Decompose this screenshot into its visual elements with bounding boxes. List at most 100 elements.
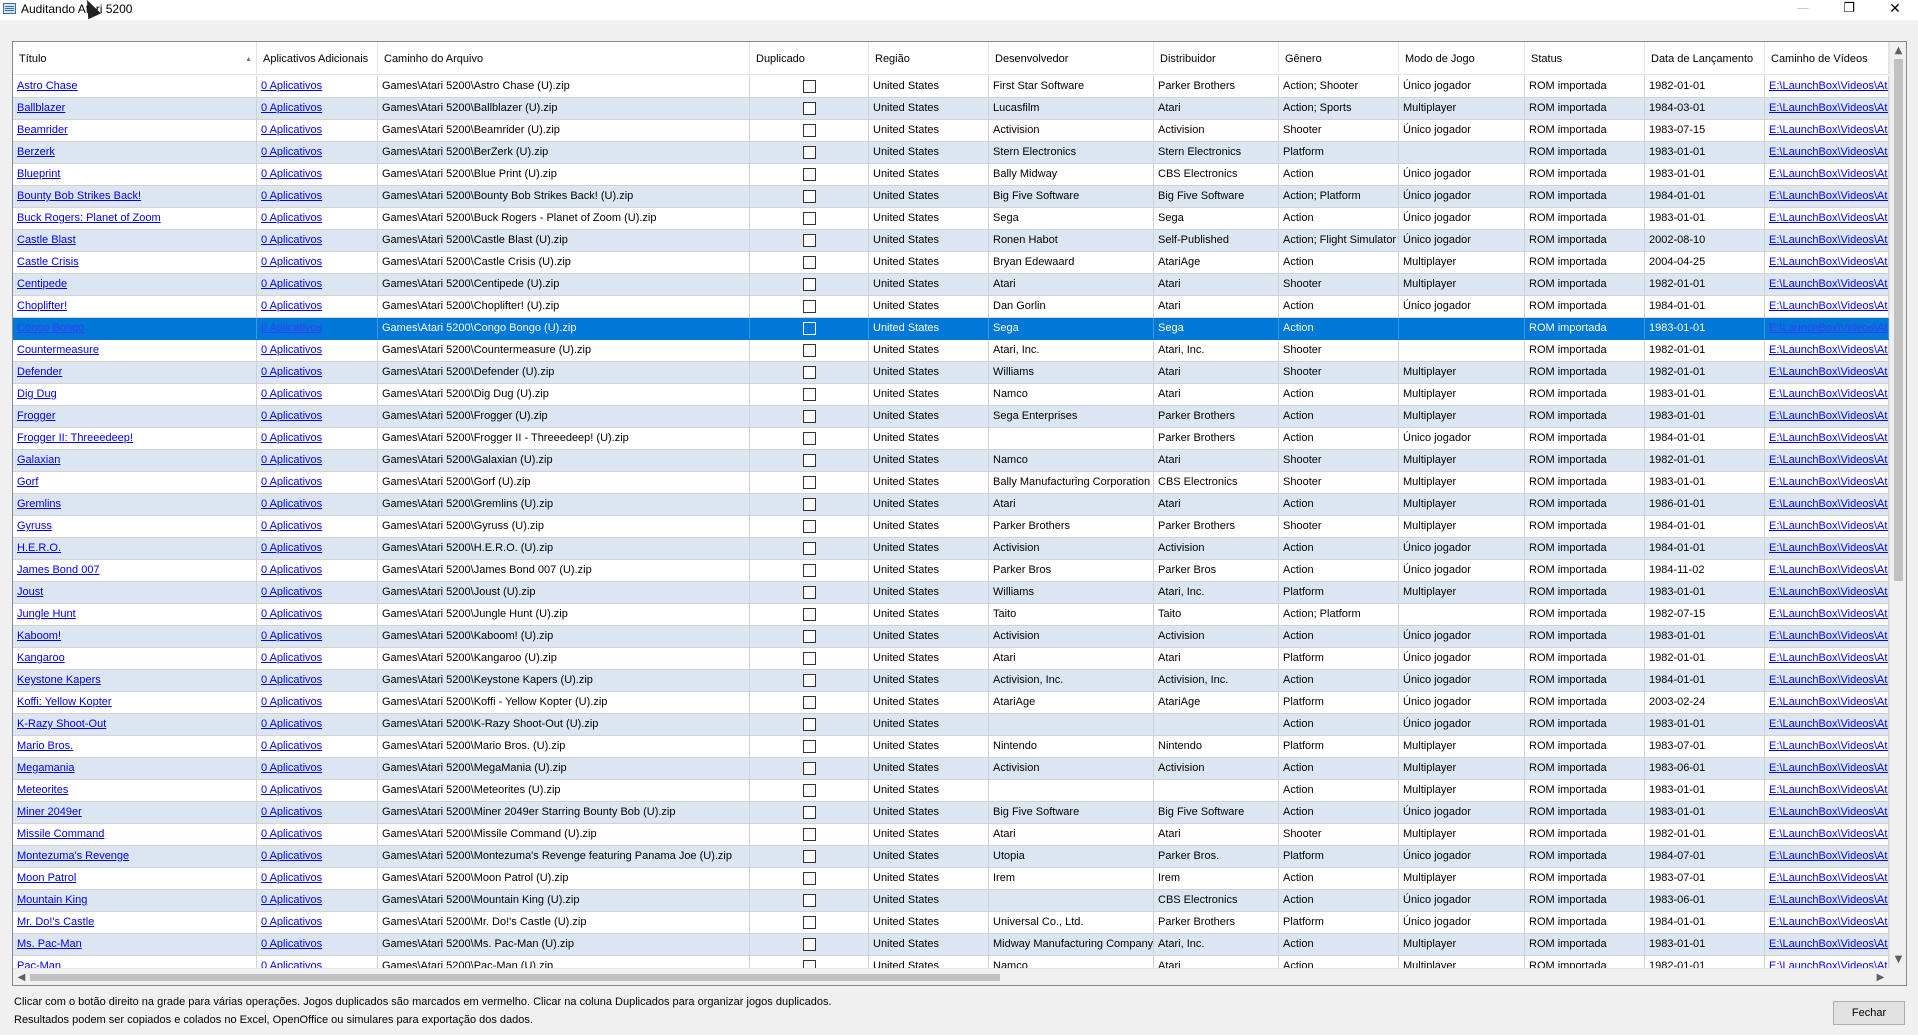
cell-video-path-link[interactable]: E:\LaunchBox\Videos\Atari 5200	[1769, 432, 1888, 444]
column-header-developer[interactable]: Desenvolvedor	[989, 42, 1154, 75]
cell-title-link[interactable]: Mountain King	[17, 894, 87, 906]
cell-video-path-link[interactable]: E:\LaunchBox\Videos\Atari 5200	[1769, 608, 1888, 620]
cell-additional-apps-link[interactable]: 0 Aplicativos	[261, 762, 322, 774]
cell-additional-apps[interactable]: 0 Aplicativos	[257, 582, 378, 603]
table-row[interactable]: Mountain King 0 Aplicativos Games\Atari 52…	[13, 890, 1889, 912]
cell-video-path[interactable]: E:\LaunchBox\Videos\Atari 5200	[1765, 428, 1889, 449]
table-row[interactable]: Kangaroo 0 Aplicativos Games\Atari 5200\Ka…	[13, 648, 1889, 670]
cell-video-path[interactable]: E:\LaunchBox\Videos\Atari 5200	[1765, 406, 1889, 427]
cell-title[interactable]: Defender	[13, 362, 257, 383]
duplicate-checkbox[interactable]	[802, 476, 816, 489]
cell-additional-apps-link[interactable]: 0 Aplicativos	[261, 190, 322, 202]
table-row[interactable]: Castle Blast 0 Aplicativos Games\Atari 520…	[13, 230, 1889, 252]
cell-title-link[interactable]: K-Razy Shoot-Out	[17, 718, 106, 730]
cell-additional-apps[interactable]: 0 Aplicativos	[257, 472, 378, 493]
cell-additional-apps-link[interactable]: 0 Aplicativos	[261, 850, 322, 862]
cell-title[interactable]: K-Razy Shoot-Out	[13, 714, 257, 735]
cell-additional-apps[interactable]: 0 Aplicativos	[257, 626, 378, 647]
cell-title[interactable]: Ms. Pac-Man	[13, 934, 257, 955]
cell-additional-apps[interactable]: 0 Aplicativos	[257, 736, 378, 757]
cell-additional-apps-link[interactable]: 0 Aplicativos	[261, 630, 322, 642]
cell-video-path-link[interactable]: E:\LaunchBox\Videos\Atari 5200	[1769, 674, 1888, 686]
table-row[interactable]: Defender 0 Aplicativos Games\Atari 5200\De…	[13, 362, 1889, 384]
close-button[interactable]: Fechar	[1833, 1001, 1905, 1025]
cell-additional-apps[interactable]: 0 Aplicativos	[257, 274, 378, 295]
cell-video-path-link[interactable]: E:\LaunchBox\Videos\Atari 5200	[1769, 938, 1888, 950]
cell-duplicate[interactable]	[750, 164, 869, 185]
cell-video-path-link[interactable]: E:\LaunchBox\Videos\Atari 5200	[1769, 146, 1888, 158]
duplicate-checkbox[interactable]	[802, 498, 816, 511]
cell-video-path[interactable]: E:\LaunchBox\Videos\Atari 5200	[1765, 626, 1889, 647]
cell-video-path-link[interactable]: E:\LaunchBox\Videos\Atari 5200	[1769, 718, 1888, 730]
table-row[interactable]: K-Razy Shoot-Out 0 Aplicativos Games\Atari…	[13, 714, 1889, 736]
duplicate-checkbox[interactable]	[802, 762, 816, 775]
cell-title-link[interactable]: Frogger	[17, 410, 56, 422]
cell-video-path-link[interactable]: E:\LaunchBox\Videos\Atari 5200	[1769, 278, 1888, 290]
cell-video-path[interactable]: E:\LaunchBox\Videos\Atari 5200	[1765, 648, 1889, 669]
cell-video-path-link[interactable]: E:\LaunchBox\Videos\Atari 5200	[1769, 762, 1888, 774]
cell-title[interactable]: Centipede	[13, 274, 257, 295]
cell-additional-apps-link[interactable]: 0 Aplicativos	[261, 696, 322, 708]
cell-title-link[interactable]: Bounty Bob Strikes Back!	[17, 190, 141, 202]
cell-title-link[interactable]: Jungle Hunt	[17, 608, 76, 620]
cell-duplicate[interactable]	[750, 186, 869, 207]
table-row[interactable]: Miner 2049er 0 Aplicativos Games\Atari 520…	[13, 802, 1889, 824]
cell-video-path[interactable]: E:\LaunchBox\Videos\Atari 5200	[1765, 384, 1889, 405]
table-row[interactable]: James Bond 007 0 Aplicativos Games\Atari 5…	[13, 560, 1889, 582]
cell-duplicate[interactable]	[750, 494, 869, 515]
column-header-region[interactable]: Região	[869, 42, 989, 75]
cell-additional-apps[interactable]: 0 Aplicativos	[257, 494, 378, 515]
cell-duplicate[interactable]	[750, 450, 869, 471]
table-row[interactable]: Gyruss 0 Aplicativos Games\Atari 5200\Gyru…	[13, 516, 1889, 538]
table-row[interactable]: Gremlins 0 Aplicativos Games\Atari 5200\Gr…	[13, 494, 1889, 516]
cell-video-path-link[interactable]: E:\LaunchBox\Videos\Atari 5200	[1769, 806, 1888, 818]
cell-title-link[interactable]: Dig Dug	[17, 388, 57, 400]
column-header-video-path[interactable]: Caminho de Vídeos	[1765, 42, 1889, 75]
cell-additional-apps[interactable]: 0 Aplicativos	[257, 142, 378, 163]
cell-title[interactable]: Frogger II: Threeedeep!	[13, 428, 257, 449]
cell-video-path[interactable]: E:\LaunchBox\Videos\Atari 5200	[1765, 472, 1889, 493]
cell-video-path[interactable]: E:\LaunchBox\Videos\Atari 5200	[1765, 208, 1889, 229]
cell-additional-apps[interactable]: 0 Aplicativos	[257, 76, 378, 97]
cell-video-path[interactable]: E:\LaunchBox\Videos\Atari 5200	[1765, 274, 1889, 295]
cell-title-link[interactable]: Castle Crisis	[17, 256, 79, 268]
cell-video-path[interactable]: E:\LaunchBox\Videos\Atari 5200	[1765, 98, 1889, 119]
cell-video-path[interactable]: E:\LaunchBox\Videos\Atari 5200	[1765, 538, 1889, 559]
duplicate-checkbox[interactable]	[802, 872, 816, 885]
cell-title-link[interactable]: Ms. Pac-Man	[17, 938, 82, 950]
table-row[interactable]: Koffi: Yellow Kopter 0 Aplicativos Games\A…	[13, 692, 1889, 714]
cell-video-path[interactable]: E:\LaunchBox\Videos\Atari 5200	[1765, 934, 1889, 955]
cell-title[interactable]: Missile Command	[13, 824, 257, 845]
table-row[interactable]: Dig Dug 0 Aplicativos Games\Atari 5200\Dig…	[13, 384, 1889, 406]
cell-duplicate[interactable]	[750, 142, 869, 163]
cell-title-link[interactable]: Megamania	[17, 762, 74, 774]
cell-additional-apps[interactable]: 0 Aplicativos	[257, 252, 378, 273]
cell-additional-apps-link[interactable]: 0 Aplicativos	[261, 410, 322, 422]
cell-video-path[interactable]: E:\LaunchBox\Videos\Atari 5200	[1765, 736, 1889, 757]
duplicate-checkbox[interactable]	[802, 916, 816, 929]
table-row[interactable]: Frogger II: Threeedeep! 0 Aplicativos Game…	[13, 428, 1889, 450]
cell-video-path-link[interactable]: E:\LaunchBox\Videos\Atari 5200	[1769, 784, 1888, 796]
cell-duplicate[interactable]	[750, 296, 869, 317]
cell-title[interactable]: Dig Dug	[13, 384, 257, 405]
cell-title[interactable]: Congo Bongo	[13, 318, 257, 339]
cell-title[interactable]: Berzerk	[13, 142, 257, 163]
cell-video-path-link[interactable]: E:\LaunchBox\Videos\Atari 5200	[1769, 234, 1888, 246]
table-row[interactable]: Castle Crisis 0 Aplicativos Games\Atari 52…	[13, 252, 1889, 274]
cell-title-link[interactable]: H.E.R.O.	[17, 542, 61, 554]
cell-title-link[interactable]: Gremlins	[17, 498, 61, 510]
cell-title-link[interactable]: Kaboom!	[17, 630, 61, 642]
cell-title-link[interactable]: Congo Bongo	[17, 322, 84, 334]
cell-additional-apps-link[interactable]: 0 Aplicativos	[261, 168, 322, 180]
cell-title[interactable]: H.E.R.O.	[13, 538, 257, 559]
cell-duplicate[interactable]	[750, 406, 869, 427]
column-header-path[interactable]: Caminho do Arquivo	[378, 42, 750, 75]
cell-video-path[interactable]: E:\LaunchBox\Videos\Atari 5200	[1765, 296, 1889, 317]
duplicate-checkbox[interactable]	[802, 828, 816, 841]
cell-title-link[interactable]: Ballblazer	[17, 102, 65, 114]
cell-duplicate[interactable]	[750, 362, 869, 383]
table-row[interactable]: Mario Bros. 0 Aplicativos Games\Atari 5200…	[13, 736, 1889, 758]
cell-duplicate[interactable]	[750, 560, 869, 581]
cell-title-link[interactable]: Blueprint	[17, 168, 60, 180]
cell-duplicate[interactable]	[750, 274, 869, 295]
